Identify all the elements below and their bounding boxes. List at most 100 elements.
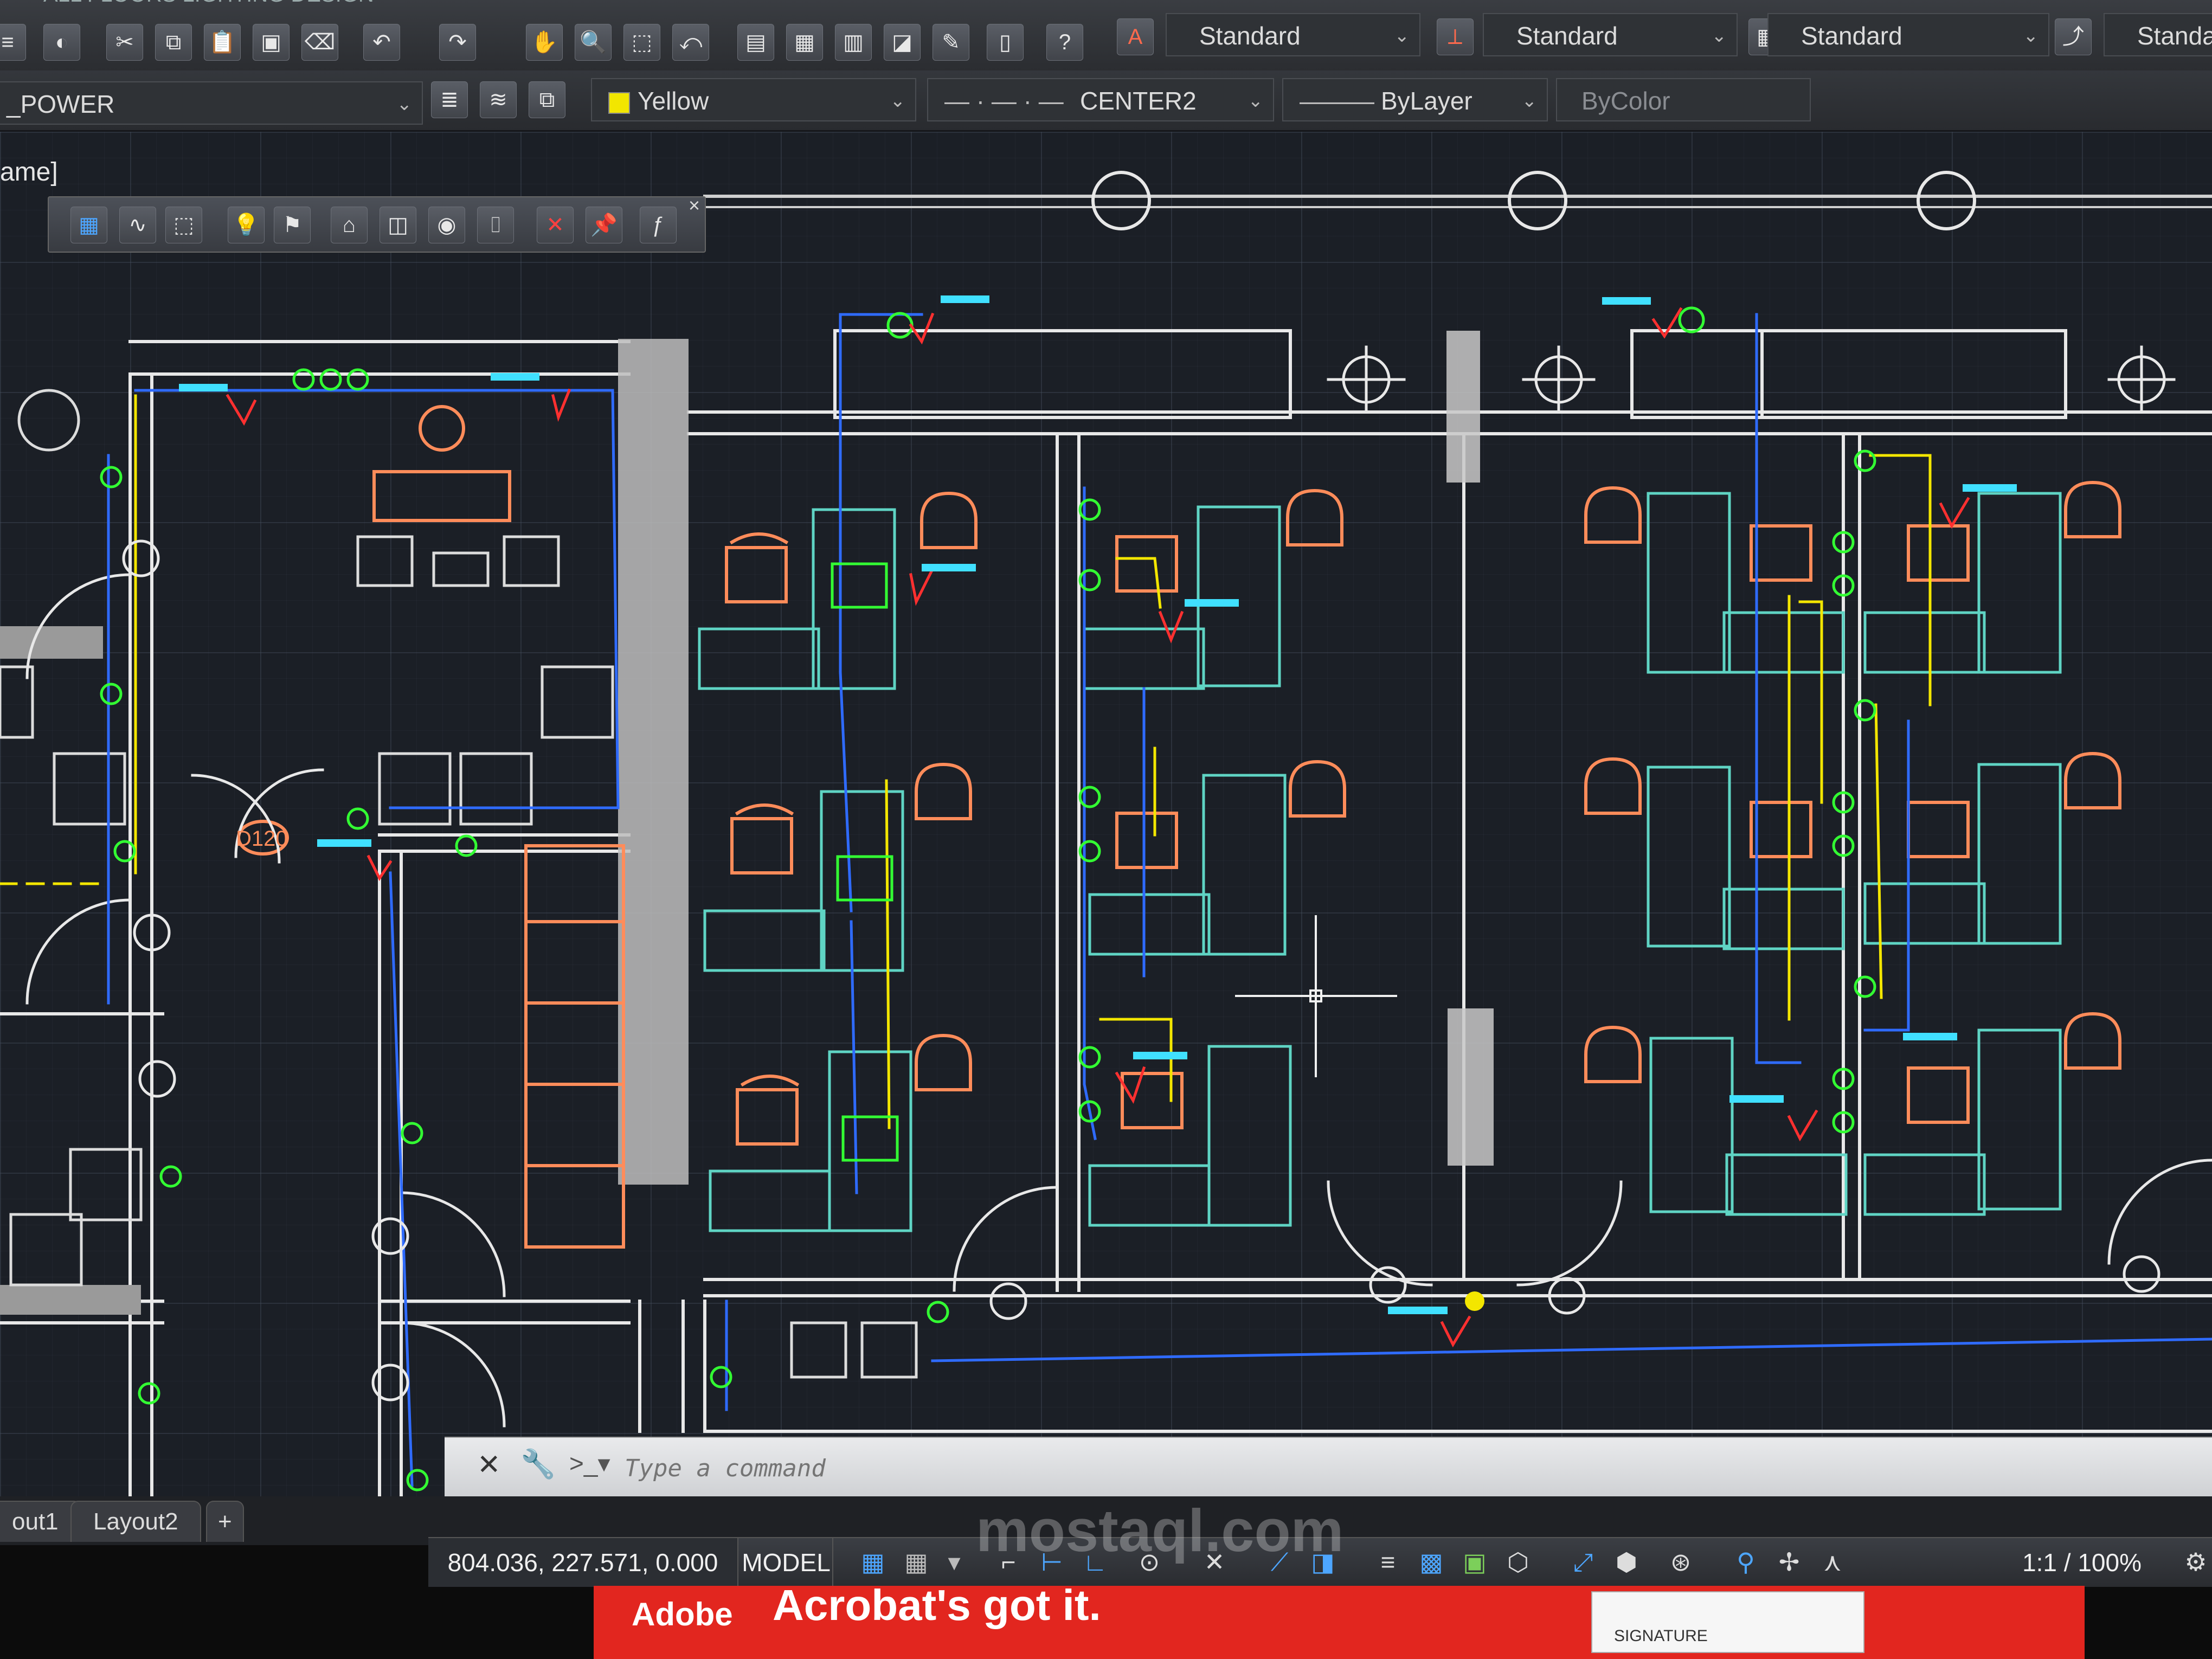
fixture-tag-icon[interactable]: ⚑ <box>274 207 311 243</box>
make-current-icon[interactable]: ≋ <box>480 81 517 118</box>
text-style-value: Standard <box>1199 22 1301 50</box>
annotation-visibility-icon[interactable]: ⚲ <box>1729 1546 1762 1578</box>
render-icon[interactable]: ◐ <box>43 24 80 61</box>
workspace-icon[interactable]: ⬡ <box>1502 1546 1534 1578</box>
list-icon[interactable]: ≡ <box>1372 1546 1404 1578</box>
panel-icon[interactable]: ◫ <box>380 207 416 243</box>
text-style-dropdown[interactable]: Standard ⌄ <box>1166 13 1420 56</box>
chevron-down-icon: ⌄ <box>2023 25 2039 46</box>
drawing-name-label: ame] <box>0 158 58 187</box>
layer-states-icon[interactable]: ⧉ <box>529 81 565 118</box>
properties-icon[interactable]: ▤ <box>737 24 774 61</box>
close-icon[interactable]: × <box>689 194 700 217</box>
command-input[interactable] <box>623 1448 2144 1489</box>
chevron-down-icon: ⌄ <box>1521 91 1538 111</box>
command-line: ✕ 🔧 >_▾ <box>445 1437 2212 1497</box>
annotation-scale-icon[interactable]: ⋏ <box>1816 1546 1849 1578</box>
plotstyle-value: ByColor <box>1581 87 1670 115</box>
floor-plan-drawing: D120 <box>0 171 2212 1498</box>
adobe-ad-banner[interactable]: Adobe Acrobat's got it. SIGNATURE <box>594 1581 2085 1659</box>
lineweight-preview: ——— <box>1300 87 1374 115</box>
multileader-style-dropdown[interactable]: Standa <box>2104 13 2212 56</box>
chevron-down-icon: ⌄ <box>1248 91 1264 111</box>
curve-icon[interactable]: ∿ <box>119 207 156 243</box>
annotation-monitor-icon[interactable]: ⤢ <box>1567 1546 1599 1578</box>
text-style-icon[interactable]: A <box>1117 18 1154 55</box>
chevron-down-icon: ⌄ <box>1394 25 1410 46</box>
yellow-swatch <box>608 92 630 114</box>
gear-icon[interactable]: ⚙ <box>2179 1546 2212 1578</box>
function-icon[interactable]: ƒ <box>640 207 677 243</box>
model-space-button[interactable]: MODEL <box>740 1538 833 1587</box>
prompt-icon[interactable]: >_▾ <box>569 1449 610 1478</box>
redo-icon[interactable]: ↷ <box>439 24 476 61</box>
grid-view-icon[interactable]: ▦ <box>70 207 107 243</box>
pan-icon[interactable]: ✋ <box>526 24 563 61</box>
adobe-brand: Adobe <box>632 1596 733 1632</box>
linetype-dropdown[interactable]: — · — · — CENTER2 ⌄ <box>927 78 1274 121</box>
dim-style-value: Standard <box>1516 22 1618 50</box>
grid-icon[interactable]: ▦ <box>857 1546 889 1578</box>
selection-cycling-icon[interactable]: ▩ <box>1415 1546 1448 1578</box>
zoom-window-icon[interactable]: ⬚ <box>623 24 660 61</box>
3d-osnap-icon[interactable]: ▣ <box>1458 1546 1491 1578</box>
plotstyle-dropdown[interactable]: ByColor <box>1556 78 1811 121</box>
zoom-realtime-icon[interactable]: 🔍 <box>575 24 612 61</box>
dim-style-dropdown[interactable]: Standard ⌄ <box>1483 13 1738 56</box>
design-center-icon[interactable]: ▦ <box>786 24 823 61</box>
table-style-dropdown[interactable]: Standard ⌄ <box>1767 13 2049 56</box>
drawing-canvas[interactable]: D120 <box>0 132 2212 1498</box>
floating-toolbar[interactable]: ▦ ∿ ⬚ 💡 ⚑ ⌂ ◫ ◉ ⌷ ✕ 📌 ƒ × <box>48 194 706 253</box>
layer-dropdown[interactable]: _POWER ⌄ <box>0 81 423 125</box>
calculator-icon[interactable]: ▯ <box>987 24 1024 61</box>
color-value: Yellow <box>638 87 709 115</box>
tab-layout2[interactable]: Layout2 <box>70 1501 201 1542</box>
wrench-icon[interactable]: 🔧 <box>520 1448 556 1481</box>
zoom-previous-icon[interactable]: ⤺ <box>672 24 709 61</box>
door-tag: D120 <box>236 827 288 851</box>
pin-icon[interactable]: 📌 <box>586 207 622 243</box>
color-dropdown[interactable]: Yellow ⌄ <box>591 78 916 121</box>
auto-scale-icon[interactable]: ✢ <box>1773 1546 1805 1578</box>
undo-icon[interactable]: ↶ <box>363 24 400 61</box>
multileader-style-icon[interactable]: ⤴ <box>2055 18 2092 55</box>
chevron-down-icon: ⌄ <box>396 94 413 114</box>
signature-box: SIGNATURE <box>1591 1591 1864 1653</box>
standard-toolbar: ALL FLOORS LIGHTING DESIGN ≡ ◐ ✂ ⧉ 📋 ▣ ⌫… <box>0 0 2212 72</box>
cut-icon[interactable]: ✂ <box>106 24 143 61</box>
chevron-down-icon[interactable]: ▾ <box>938 1546 970 1578</box>
lamp-icon[interactable]: ⌂ <box>331 207 368 243</box>
layer-icon[interactable]: ≡ <box>0 24 26 61</box>
dim-style-icon[interactable]: ⟂ <box>1437 18 1474 55</box>
layer-previous-icon[interactable]: ≣ <box>431 81 468 118</box>
coordinate-readout[interactable]: 804.036, 227.571, 0.000 <box>428 1538 738 1587</box>
match-properties-icon[interactable]: ▣ <box>253 24 290 61</box>
tab-layout1[interactable]: out1 <box>0 1501 81 1542</box>
annotation-scale-readout[interactable]: 1:1 / 100% <box>2022 1538 2142 1587</box>
bulb-outline-icon[interactable]: ◉ <box>428 207 465 243</box>
select-window-icon[interactable]: ⬚ <box>165 207 202 243</box>
linetype-value: CENTER2 <box>1080 87 1197 115</box>
delete-icon[interactable]: ✕ <box>537 207 574 243</box>
layers-toolbar: _POWER ⌄ ≣ ≋ ⧉ Yellow ⌄ — · — · — CENTER2 ⌄… <box>0 70 2212 132</box>
copy-icon[interactable]: ⧉ <box>155 24 192 61</box>
linetype-preview: — · — · — <box>944 87 1064 115</box>
tool-palettes-icon[interactable]: ▥ <box>835 24 872 61</box>
adobe-slogan: Acrobat's got it. <box>773 1581 1101 1629</box>
bracket-icon[interactable]: ⌷ <box>477 207 514 243</box>
markup-icon[interactable]: ✎ <box>933 24 969 61</box>
chevron-down-icon: ⌄ <box>1711 25 1727 46</box>
brush-icon[interactable]: ⌫ <box>301 24 338 61</box>
help-icon[interactable]: ? <box>1046 24 1083 61</box>
units-icon[interactable]: ⬢ <box>1610 1546 1643 1578</box>
add-layout-button[interactable]: + <box>206 1501 244 1542</box>
watermark: mostaql.com <box>976 1497 1344 1564</box>
close-icon[interactable]: ✕ <box>477 1449 501 1481</box>
signature-label: SIGNATURE <box>1614 1627 1708 1645</box>
light-bulb-icon[interactable]: 💡 <box>228 207 265 243</box>
snap-icon[interactable]: ▦ <box>900 1546 933 1578</box>
lineweight-dropdown[interactable]: ——— ByLayer ⌄ <box>1282 78 1548 121</box>
sheet-set-icon[interactable]: ◪ <box>884 24 921 61</box>
paste-icon[interactable]: 📋 <box>204 24 241 61</box>
quick-properties-icon[interactable]: ⊛ <box>1664 1546 1697 1578</box>
